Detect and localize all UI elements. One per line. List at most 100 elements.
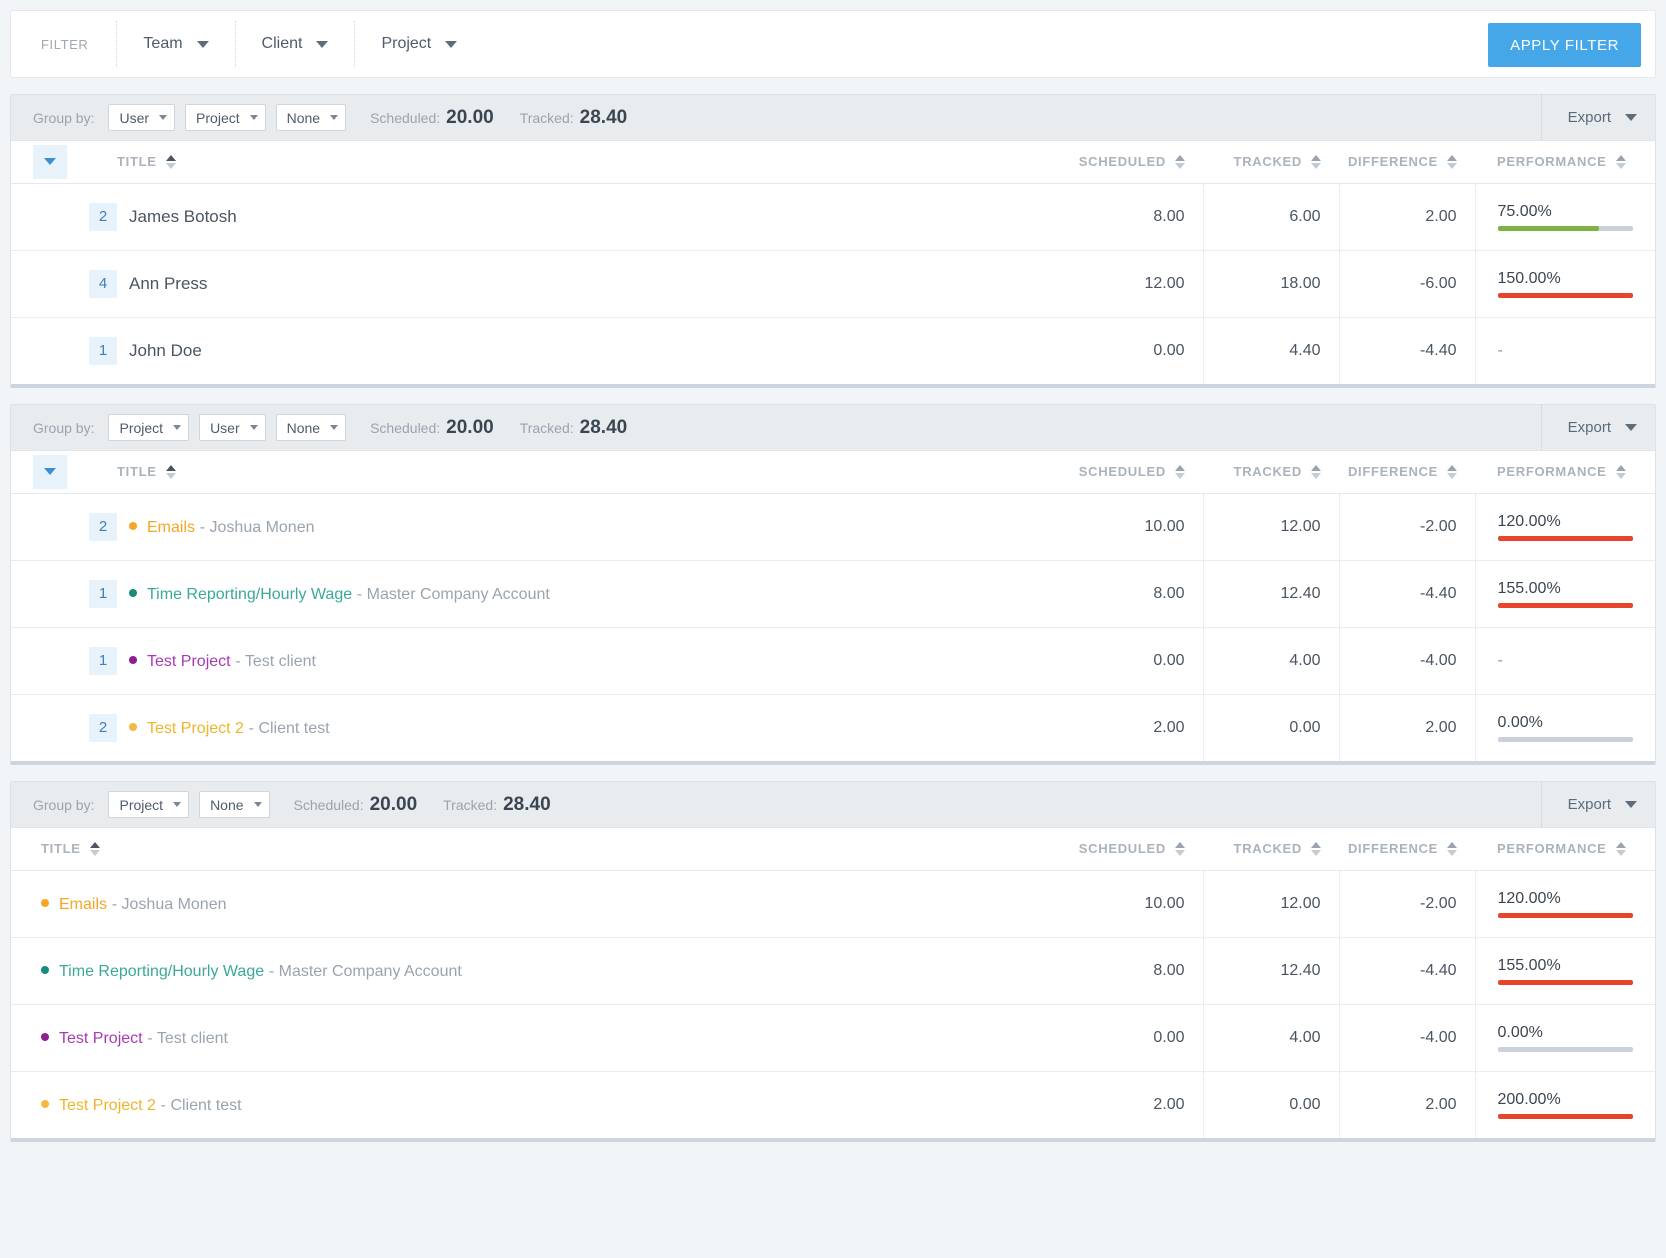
- performance-bar: [1498, 1047, 1634, 1052]
- sort-icon[interactable]: [166, 465, 176, 479]
- column-header-scheduled[interactable]: SCHEDULED: [1067, 451, 1203, 493]
- group-by-select-3[interactable]: None: [276, 414, 346, 441]
- column-header-scheduled-label: SCHEDULED: [1079, 464, 1166, 479]
- expand-all-toggle[interactable]: [33, 145, 67, 179]
- filter-dropdown-project[interactable]: Project: [355, 21, 483, 67]
- project-name[interactable]: Test Project: [147, 653, 231, 670]
- sort-icon[interactable]: [1616, 842, 1626, 856]
- column-header-difference[interactable]: DIFFERENCE: [1339, 451, 1475, 493]
- chevron-down-icon: [197, 41, 209, 48]
- sort-icon[interactable]: [1616, 465, 1626, 479]
- table-row[interactable]: 1Test Project - Test client0.004.00-4.00…: [11, 627, 1655, 694]
- project-name[interactable]: Time Reporting/Hourly Wage: [147, 586, 352, 603]
- column-header-performance[interactable]: PERFORMANCE: [1475, 828, 1655, 870]
- table-row[interactable]: 1 Time Reporting/Hourly Wage - Master Com…: [11, 560, 1655, 627]
- chevron-down-icon: [1625, 114, 1637, 121]
- cell-performance: 75.00%: [1475, 183, 1655, 250]
- filter-dropdown-client-label: Client: [262, 35, 303, 53]
- project-color-dot: [41, 1100, 49, 1108]
- group-by-select-1[interactable]: Project: [108, 414, 189, 441]
- sort-icon[interactable]: [1447, 465, 1457, 479]
- table-row[interactable]: 2Emails - Joshua Monen10.0012.00-2.00120…: [11, 493, 1655, 560]
- sort-icon[interactable]: [90, 842, 100, 856]
- column-header-scheduled-label: SCHEDULED: [1079, 841, 1166, 856]
- cell-tracked: 12.00: [1203, 493, 1339, 560]
- column-header-tracked[interactable]: TRACKED: [1203, 141, 1339, 183]
- group-by-select-2[interactable]: None: [199, 791, 269, 818]
- cell-performance: 0.00%: [1475, 1004, 1655, 1071]
- filter-dropdown-team-label: Team: [143, 35, 182, 53]
- group-by-select-1-value: Project: [119, 420, 163, 436]
- column-header-scheduled-label: SCHEDULED: [1079, 154, 1166, 169]
- column-header-scheduled[interactable]: SCHEDULED: [1067, 141, 1203, 183]
- column-header-title[interactable]: TITLE: [117, 451, 1067, 493]
- project-name[interactable]: Emails: [147, 519, 195, 536]
- group-by-select-2[interactable]: Project: [185, 104, 266, 131]
- project-name[interactable]: Test Project 2: [59, 1097, 156, 1114]
- column-header-title[interactable]: TITLE: [11, 828, 1067, 870]
- column-header-difference[interactable]: DIFFERENCE: [1339, 141, 1475, 183]
- table-row[interactable]: Time Reporting/Hourly Wage - Master Comp…: [11, 937, 1655, 1004]
- sort-icon[interactable]: [1311, 465, 1321, 479]
- client-name: - Master Company Account: [357, 586, 550, 603]
- cell-difference: -6.00: [1339, 250, 1475, 317]
- column-header-difference[interactable]: DIFFERENCE: [1339, 828, 1475, 870]
- performance-bar-fill: [1498, 913, 1634, 918]
- filter-dropdown-client[interactable]: Client: [236, 21, 355, 67]
- sort-icon[interactable]: [1447, 842, 1457, 856]
- cell-scheduled: 0.00: [1067, 317, 1203, 384]
- table-row[interactable]: 2Test Project 2 - Client test2.000.002.0…: [11, 694, 1655, 761]
- group-by-select-1[interactable]: Project: [108, 791, 189, 818]
- project-color-dot: [129, 723, 137, 731]
- sort-icon[interactable]: [1175, 465, 1185, 479]
- column-header-scheduled[interactable]: SCHEDULED: [1067, 828, 1203, 870]
- project-name[interactable]: Test Project: [59, 1030, 143, 1047]
- project-name[interactable]: Time Reporting/Hourly Wage: [59, 963, 264, 980]
- column-header-performance[interactable]: PERFORMANCE: [1475, 451, 1655, 493]
- group-by-select-2[interactable]: User: [199, 414, 266, 441]
- column-header-tracked[interactable]: TRACKED: [1203, 828, 1339, 870]
- group-by-select-3[interactable]: None: [276, 104, 346, 131]
- project-name[interactable]: Test Project 2: [147, 720, 244, 737]
- sort-icon[interactable]: [1175, 155, 1185, 169]
- total-scheduled: Scheduled:20.00: [370, 417, 494, 439]
- column-header-performance[interactable]: PERFORMANCE: [1475, 141, 1655, 183]
- column-header-tracked-label: TRACKED: [1234, 841, 1302, 856]
- table-row[interactable]: Emails - Joshua Monen10.0012.00-2.00120.…: [11, 870, 1655, 937]
- apply-filter-button[interactable]: APPLY FILTER: [1488, 23, 1641, 67]
- group-by-select-1[interactable]: User: [108, 104, 175, 131]
- sort-icon[interactable]: [166, 155, 176, 169]
- table-row[interactable]: Test Project 2 - Client test2.000.002.00…: [11, 1071, 1655, 1138]
- sort-icon[interactable]: [1311, 842, 1321, 856]
- table-row[interactable]: Test Project - Test client0.004.00-4.000…: [11, 1004, 1655, 1071]
- cell-tracked: 6.00: [1203, 183, 1339, 250]
- export-dropdown[interactable]: Export: [1541, 782, 1637, 827]
- project-name[interactable]: Emails: [59, 896, 107, 913]
- table-row[interactable]: 2James Botosh8.006.002.0075.00%: [11, 183, 1655, 250]
- expand-all-toggle[interactable]: [33, 455, 67, 489]
- cell-performance: -: [1475, 627, 1655, 694]
- cell-difference: -2.00: [1339, 870, 1475, 937]
- client-name: - Client test: [249, 720, 330, 737]
- filter-dropdown-team[interactable]: Team: [117, 21, 234, 67]
- report-table: TITLE SCHEDULED TRACKEDDIFFERENCEPERFORMAN…: [11, 451, 1655, 761]
- export-dropdown[interactable]: Export: [1541, 95, 1637, 140]
- column-header-tracked[interactable]: TRACKED: [1203, 451, 1339, 493]
- table-row[interactable]: 4Ann Press12.0018.00-6.00150.00%: [11, 250, 1655, 317]
- sort-icon[interactable]: [1311, 155, 1321, 169]
- row-expander-cell: [11, 183, 67, 250]
- group-by-select-2-value: User: [210, 420, 240, 436]
- row-count-cell: 1: [67, 560, 117, 627]
- export-dropdown[interactable]: Export: [1541, 405, 1637, 450]
- column-header-title[interactable]: TITLE: [117, 141, 1067, 183]
- sort-icon[interactable]: [1616, 155, 1626, 169]
- sort-icon[interactable]: [1175, 842, 1185, 856]
- sort-icon[interactable]: [1447, 155, 1457, 169]
- table-header-row: TITLE SCHEDULED TRACKED DIFFERENCE PERFORMAN…: [11, 828, 1655, 870]
- column-header-difference-label: DIFFERENCE: [1348, 841, 1438, 856]
- chevron-down-icon: [316, 41, 328, 48]
- project-color-dot: [41, 1033, 49, 1041]
- export-label: Export: [1568, 796, 1611, 813]
- export-label: Export: [1568, 419, 1611, 436]
- table-row[interactable]: 1John Doe0.004.40-4.40-: [11, 317, 1655, 384]
